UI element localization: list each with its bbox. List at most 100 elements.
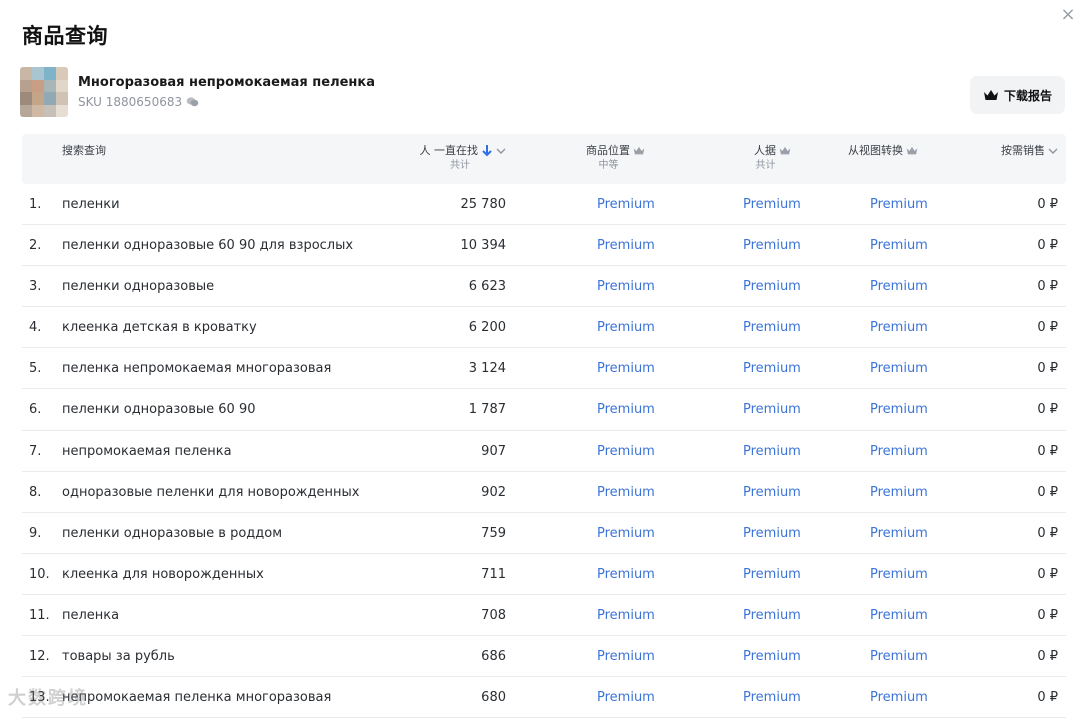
- premium-lock-conversion[interactable]: Premium: [870, 307, 928, 348]
- table-row[interactable]: 1. пеленки 25 780 Premium Premium Premium 0 ₽: [22, 184, 1066, 226]
- table-row[interactable]: 8. одноразовые пеленки для новорожденных 9…: [22, 472, 1066, 513]
- premium-lock-people[interactable]: Premium: [743, 472, 801, 513]
- table-row[interactable]: 10. клеенка для новорожденных 711 Premium Pr…: [22, 554, 1066, 595]
- sales-value: 0 ₽: [1037, 402, 1058, 418]
- download-report-button[interactable]: 下载报告: [969, 76, 1065, 114]
- premium-lock-people[interactable]: Premium: [743, 307, 801, 348]
- sort-down-arrow-icon[interactable]: [481, 144, 493, 157]
- search-count: 708: [481, 607, 506, 623]
- premium-lock-conversion[interactable]: Premium: [870, 266, 928, 307]
- premium-lock-conversion[interactable]: Premium: [870, 595, 928, 636]
- sales-value: 0 ₽: [1037, 361, 1058, 377]
- premium-lock-position[interactable]: Premium: [597, 307, 655, 348]
- premium-lock-position[interactable]: Premium: [597, 431, 655, 472]
- chevron-down-icon[interactable]: [1048, 147, 1058, 155]
- premium-lock-conversion[interactable]: Premium: [870, 225, 928, 266]
- search-query[interactable]: пеленки одноразовые в роддом: [62, 513, 282, 554]
- premium-lock-position[interactable]: Premium: [597, 677, 655, 718]
- table-row[interactable]: 11. пеленка 708 Premium Premium Premium 0 ₽: [22, 595, 1066, 637]
- sales-value: 0 ₽: [1037, 690, 1058, 706]
- column-header-people: 人据 共计: [754, 143, 791, 173]
- search-count: 25 780: [460, 197, 507, 212]
- search-query[interactable]: одноразовые пеленки для новорожденных: [62, 472, 359, 513]
- crown-icon: [779, 146, 791, 156]
- premium-lock-position[interactable]: Premium: [597, 225, 655, 266]
- sales-value: 0 ₽: [1037, 238, 1058, 254]
- premium-lock-position[interactable]: Premium: [597, 472, 655, 513]
- premium-lock-conversion[interactable]: Premium: [870, 389, 928, 430]
- table-row[interactable]: 4. клеенка детская в кроватку 6 200 Premium…: [22, 307, 1066, 349]
- search-query[interactable]: товары за рубль: [62, 636, 175, 677]
- search-count: 902: [481, 484, 506, 500]
- premium-lock-people[interactable]: Premium: [743, 595, 801, 636]
- search-query[interactable]: пеленки: [62, 184, 120, 225]
- premium-lock-people[interactable]: Premium: [743, 225, 801, 266]
- search-query[interactable]: пеленка непромокаемая многоразовая: [62, 348, 331, 389]
- premium-lock-people[interactable]: Premium: [743, 513, 801, 554]
- premium-lock-people[interactable]: Premium: [743, 389, 801, 430]
- premium-lock-people[interactable]: Premium: [743, 677, 801, 718]
- column-header-searches[interactable]: 人 一直在找 共计: [420, 143, 507, 173]
- row-number: 4.: [29, 320, 42, 336]
- premium-lock-people[interactable]: Premium: [743, 431, 801, 472]
- premium-lock-people[interactable]: Premium: [743, 266, 801, 307]
- premium-lock-position[interactable]: Premium: [597, 184, 655, 225]
- download-report-label: 下载报告: [1003, 88, 1052, 103]
- search-query[interactable]: непромокаемая пеленка многоразовая: [62, 677, 331, 718]
- table-row[interactable]: 12. товары за рубль 686 Premium Premium Premi…: [22, 636, 1066, 678]
- product-name: Многоразовая непромокаемая пеленка: [78, 75, 375, 90]
- premium-lock-position[interactable]: Premium: [597, 595, 655, 636]
- search-query[interactable]: пеленки одноразовые 60 90: [62, 389, 256, 430]
- table-row[interactable]: 3. пеленки одноразовые 6 623 Premium Premium…: [22, 266, 1066, 308]
- product-header: Многоразовая непромокаемая пеленка SKU 1…: [20, 66, 375, 118]
- table-row[interactable]: 13. непромокаемая пеленка многоразовая 680…: [22, 677, 1066, 719]
- sales-value: 0 ₽: [1037, 607, 1058, 623]
- premium-lock-conversion[interactable]: Premium: [870, 431, 928, 472]
- search-query[interactable]: непромокаемая пеленка: [62, 431, 232, 472]
- search-query[interactable]: пеленки одноразовые: [62, 266, 214, 307]
- product-sku: SKU 1880650683: [78, 95, 183, 109]
- sales-value: 0 ₽: [1037, 484, 1058, 500]
- premium-lock-conversion[interactable]: Premium: [870, 184, 928, 225]
- premium-lock-position[interactable]: Premium: [597, 389, 655, 430]
- premium-lock-conversion[interactable]: Premium: [870, 636, 928, 677]
- premium-lock-conversion[interactable]: Premium: [870, 677, 928, 718]
- table-row[interactable]: 7. непромокаемая пеленка 907 Premium Premium…: [22, 431, 1066, 472]
- crown-icon: [906, 146, 918, 156]
- search-count: 1 787: [468, 402, 506, 418]
- table-row[interactable]: 9. пеленки одноразовые в роддом 759 Premium…: [22, 513, 1066, 554]
- premium-lock-conversion[interactable]: Premium: [870, 472, 928, 513]
- premium-lock-conversion[interactable]: Premium: [870, 348, 928, 389]
- product-thumbnail: [20, 67, 68, 117]
- row-number: 1.: [29, 197, 42, 212]
- premium-lock-position[interactable]: Premium: [597, 554, 655, 595]
- search-query[interactable]: пеленки одноразовые 60 90 для взрослых: [62, 225, 353, 266]
- search-query[interactable]: клеенка детская в кроватку: [62, 307, 257, 348]
- search-query[interactable]: клеенка для новорожденных: [62, 554, 264, 595]
- column-header-sales[interactable]: 按需销售: [1001, 143, 1058, 158]
- premium-lock-position[interactable]: Premium: [597, 348, 655, 389]
- premium-lock-people[interactable]: Premium: [743, 184, 801, 225]
- table-row[interactable]: 5. пеленка непромокаемая многоразовая 3 12…: [22, 348, 1066, 390]
- search-count: 759: [481, 525, 506, 541]
- row-number: 12.: [29, 649, 50, 665]
- column-header-conversion: 从视图转换: [848, 143, 918, 158]
- search-count: 711: [481, 566, 506, 582]
- premium-lock-people[interactable]: Premium: [743, 554, 801, 595]
- premium-lock-position[interactable]: Premium: [597, 513, 655, 554]
- copy-icon[interactable]: [186, 96, 199, 108]
- table-row[interactable]: 6. пеленки одноразовые 60 90 1 787 Premium P…: [22, 389, 1066, 431]
- premium-lock-conversion[interactable]: Premium: [870, 513, 928, 554]
- close-button[interactable]: ×: [1056, 4, 1080, 28]
- premium-lock-conversion[interactable]: Premium: [870, 554, 928, 595]
- modal-title: 商品查询: [22, 24, 108, 48]
- table-row[interactable]: 2. пеленки одноразовые 60 90 для взрослых…: [22, 225, 1066, 267]
- premium-lock-people[interactable]: Premium: [743, 636, 801, 677]
- sales-value: 0 ₽: [1037, 525, 1058, 541]
- crown-icon: [633, 146, 645, 156]
- premium-lock-position[interactable]: Premium: [597, 266, 655, 307]
- search-query[interactable]: пеленка: [62, 595, 119, 636]
- chevron-down-icon[interactable]: [496, 147, 506, 155]
- premium-lock-position[interactable]: Premium: [597, 636, 655, 677]
- premium-lock-people[interactable]: Premium: [743, 348, 801, 389]
